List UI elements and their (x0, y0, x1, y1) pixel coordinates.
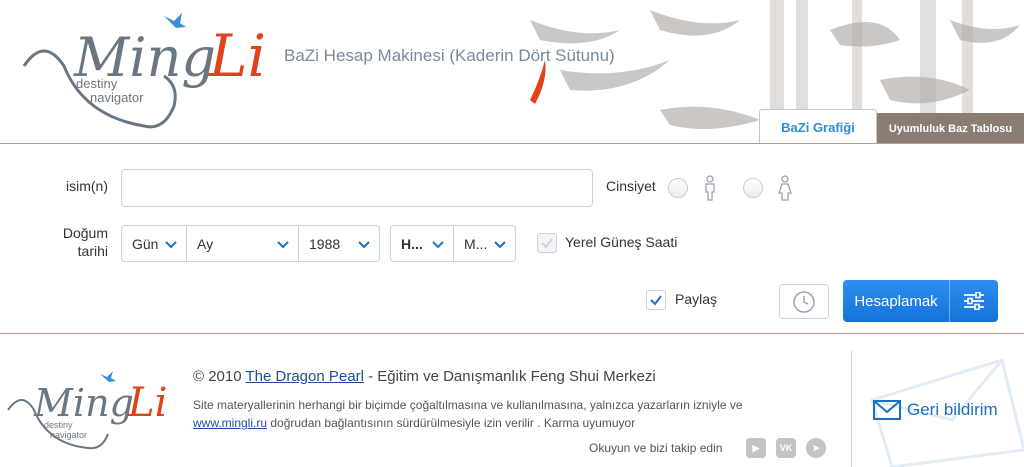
mingli-site-link[interactable]: www.mingli.ru (193, 416, 267, 430)
svg-text:navigator: navigator (90, 90, 144, 105)
header: Ming Li destiny navigator BaZi Hesap Mak… (0, 0, 1024, 144)
gender-label: Cinsiyet (606, 178, 656, 194)
local-solar-time-label: Yerel Güneş Saati (565, 234, 678, 250)
birth-date-label-line1: Doğum (62, 225, 108, 241)
svg-text:Ming: Ming (33, 381, 134, 425)
envelope-icon (873, 400, 901, 420)
gender-female-radio[interactable] (743, 178, 763, 198)
chevron-down-icon (432, 241, 444, 249)
chevron-down-icon (277, 241, 289, 249)
year-value: 1988 (309, 235, 341, 252)
tab-bazi-chart[interactable]: BaZi Grafiği (759, 109, 877, 143)
calculate-label: Hesaplamak (854, 292, 938, 310)
feedback-label: Geri bildirim (907, 400, 998, 419)
chevron-down-icon (494, 241, 506, 249)
copyright-suffix: - Eğitim ve Danışmanlık Feng Shui Merkez… (368, 368, 656, 385)
svg-text:Li: Li (127, 380, 167, 426)
telegram-icon[interactable]: ➤ (806, 438, 826, 458)
share-checkbox[interactable] (646, 290, 666, 310)
svg-text:destiny: destiny (44, 420, 73, 430)
chevron-down-icon (165, 241, 177, 249)
footer: Ming Li destiny navigator © 2010 The Dra… (0, 350, 1024, 467)
clock-icon (793, 290, 815, 313)
check-icon (650, 295, 662, 306)
year-select[interactable]: 1988 (298, 225, 380, 262)
feedback-link[interactable]: Geri bildirim (873, 400, 998, 420)
follow-label: Okuyun ve bizi takip edin (589, 441, 723, 455)
page-title: BaZi Hesap Makinesi (Kaderin Dört Sütunu… (284, 46, 615, 65)
tab-compatibility-table[interactable]: Uyumluluk Baz Tablosu (877, 113, 1024, 143)
svg-text:Li: Li (208, 22, 266, 90)
vk-icon[interactable]: VK (776, 438, 796, 458)
settings-sliders-icon[interactable] (950, 280, 998, 322)
notice-line1: Site materyallerinin herhangi bir biçimd… (193, 398, 743, 412)
copyright-year: © 2010 (193, 368, 242, 385)
hour-value: H... (401, 235, 423, 252)
copyright: © 2010 The Dragon Pearl - Eğitim ve Danı… (193, 368, 656, 385)
name-input[interactable] (121, 169, 593, 207)
dragon-pearl-link[interactable]: The Dragon Pearl (246, 368, 364, 385)
minute-value: M... (464, 235, 488, 252)
hour-select[interactable]: H... (390, 225, 454, 262)
svg-text:navigator: navigator (50, 430, 87, 440)
birth-date-label-line2: tarihi (77, 243, 108, 259)
minute-select[interactable]: M... (453, 225, 516, 262)
chevron-down-icon (358, 241, 370, 249)
month-value: Ay (197, 235, 214, 252)
calculate-button[interactable]: Hesaplamak (843, 280, 998, 322)
share-label: Paylaş (675, 291, 718, 307)
bazi-form: isim(n) Cinsiyet Doğum tarihi Gün Ay 198… (0, 144, 1024, 334)
name-label: isim(n) (66, 178, 108, 194)
month-select[interactable]: Ay (186, 225, 299, 262)
youtube-icon[interactable]: ▶ (746, 438, 766, 458)
day-select[interactable]: Gün (121, 225, 187, 262)
usage-notice: Site materyallerinin herhangi bir biçimd… (193, 396, 813, 432)
birth-date-label: Doğum tarihi (40, 225, 108, 259)
mingli-logo[interactable]: Ming Li destiny navigator (14, 6, 274, 140)
check-icon (541, 238, 553, 249)
mingli-footer-logo[interactable]: Ming Li destiny navigator (4, 366, 170, 452)
day-value: Gün (132, 235, 159, 252)
clock-button[interactable] (779, 284, 829, 319)
notice-line2: doğrudan bağlantısının sürdürülmesiyle i… (270, 416, 636, 430)
local-solar-time-checkbox[interactable] (537, 233, 557, 253)
male-icon (705, 175, 715, 201)
female-icon (778, 175, 792, 201)
gender-male-radio[interactable] (668, 178, 688, 198)
svg-text:destiny: destiny (76, 76, 118, 91)
